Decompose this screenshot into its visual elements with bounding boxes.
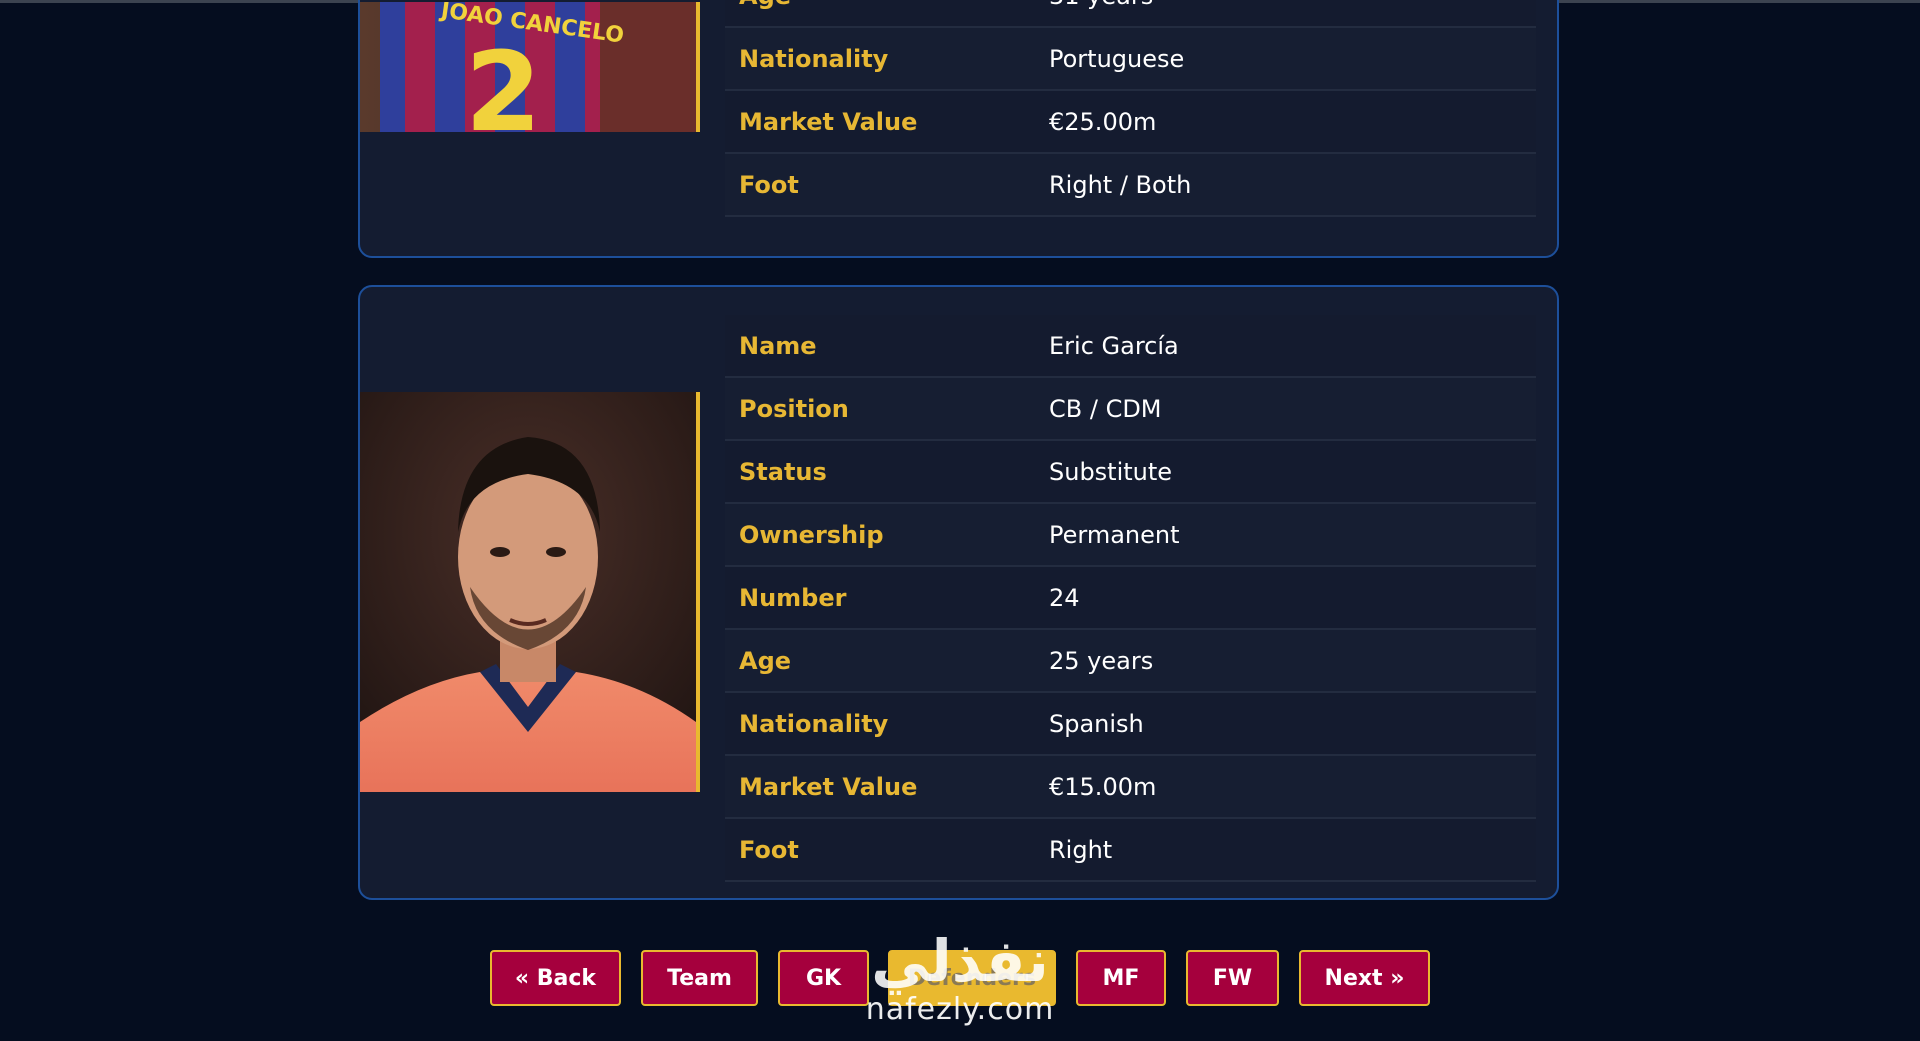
player-card-cancelo: JOAO CANCELO 2 Age 31 years Nationality … — [358, 0, 1559, 258]
mf-button[interactable]: MF — [1076, 950, 1166, 1006]
info-value: Spanish — [1049, 709, 1144, 738]
info-label: Foot — [739, 835, 799, 864]
defenders-button[interactable]: Defenders — [888, 950, 1056, 1006]
info-row-name: Name Eric García — [725, 315, 1536, 378]
info-value: 25 years — [1049, 646, 1154, 675]
info-label: Name — [739, 331, 817, 360]
jersey-number-text: 2 — [465, 28, 542, 132]
info-value: €15.00m — [1049, 772, 1157, 801]
info-label: Market Value — [739, 107, 918, 136]
player-info-table-eric-garcia: Name Eric García Position CB / CDM Statu… — [725, 315, 1536, 882]
info-value: Substitute — [1049, 457, 1173, 486]
info-value: €25.00m — [1049, 107, 1157, 136]
info-value: Portuguese — [1049, 44, 1185, 73]
info-label: Age — [725, 0, 1049, 10]
info-label: Foot — [739, 170, 799, 199]
info-row-ownership: Ownership Permanent — [725, 504, 1536, 567]
jersey-image: JOAO CANCELO 2 — [360, 2, 696, 132]
player-photo-cancelo: JOAO CANCELO 2 — [360, 2, 700, 132]
info-row-status: Status Substitute — [725, 441, 1536, 504]
info-value: Permanent — [1049, 520, 1180, 549]
player-photo-eric-garcia — [360, 392, 700, 792]
info-row-nationality: Nationality Spanish — [725, 693, 1536, 756]
next-button[interactable]: Next » — [1299, 950, 1430, 1006]
info-row-position: Position CB / CDM — [725, 378, 1536, 441]
info-value: Right / Both — [1049, 170, 1192, 199]
info-value: Eric García — [1049, 331, 1179, 360]
info-row-nationality: Nationality Portuguese — [725, 28, 1536, 91]
info-value: 24 — [1049, 583, 1080, 612]
info-row-number: Number 24 — [725, 567, 1536, 630]
info-row-foot: Foot Right / Both — [725, 154, 1536, 217]
info-row-age: Age 25 years — [725, 630, 1536, 693]
info-label: Ownership — [739, 520, 884, 549]
info-label: Number — [739, 583, 847, 612]
info-label: Age — [739, 646, 792, 675]
player-card-eric-garcia: Name Eric García Position CB / CDM Statu… — [358, 285, 1559, 900]
info-label: Nationality — [739, 709, 889, 738]
info-row-age: Age 31 years — [725, 0, 1536, 28]
info-value: Right — [1049, 835, 1113, 864]
info-value: CB / CDM — [1049, 394, 1162, 423]
info-row-foot: Foot Right — [725, 819, 1536, 882]
info-value: 31 years — [1049, 0, 1153, 10]
player-info-table-cancelo: Age 31 years Nationality Portuguese Mark… — [725, 0, 1536, 217]
player-portrait-image — [360, 392, 696, 792]
info-label: Position — [739, 394, 849, 423]
info-row-market-value: Market Value €15.00m — [725, 756, 1536, 819]
info-label: Nationality — [739, 44, 889, 73]
info-label: Status — [739, 457, 827, 486]
info-row-market-value: Market Value €25.00m — [725, 91, 1536, 154]
fw-button[interactable]: FW — [1186, 950, 1279, 1006]
team-button[interactable]: Team — [641, 950, 758, 1006]
back-button[interactable]: « Back — [490, 950, 621, 1006]
gk-button[interactable]: GK — [778, 950, 869, 1006]
info-label: Market Value — [739, 772, 918, 801]
